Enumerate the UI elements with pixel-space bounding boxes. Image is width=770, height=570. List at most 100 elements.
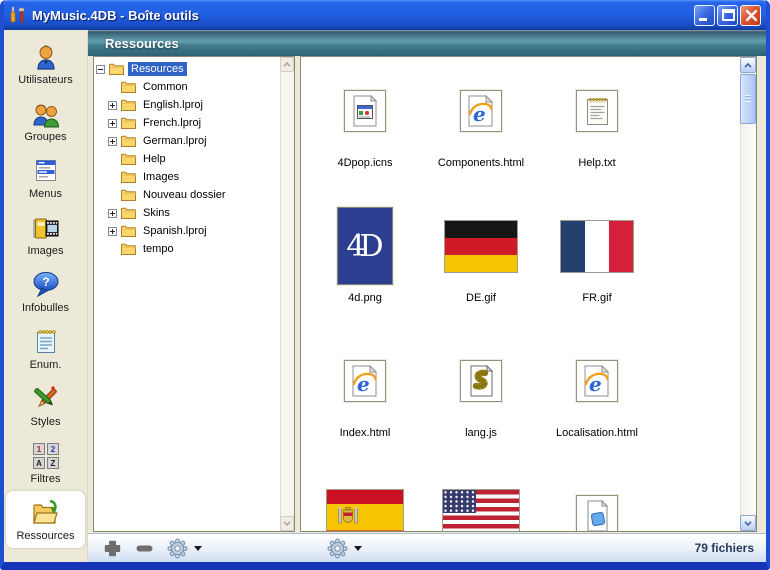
- tree-item-label: Skins: [140, 206, 173, 220]
- html-file-icon: e: [576, 338, 618, 424]
- expand-plus-box[interactable]: [108, 227, 117, 236]
- svg-text:e: e: [589, 372, 602, 396]
- panel-header: Ressources: [88, 30, 766, 56]
- file-label: Components.html: [438, 157, 524, 169]
- file-item[interactable]: [539, 464, 655, 531]
- tree-item-label: tempo: [140, 242, 177, 256]
- folder-icon: [121, 81, 136, 93]
- sidebar-item-menus[interactable]: Menus: [4, 149, 87, 206]
- files-grid: 4Dpop.icns e Components.html Help.txt 4D4d.p…: [303, 59, 738, 531]
- sidebar-item-utilisateurs[interactable]: Utilisateurs: [4, 35, 87, 92]
- spain-flag-thumbnail: [326, 473, 404, 531]
- tree-scrollbar[interactable]: [280, 57, 294, 531]
- sidebar-item-groupes[interactable]: Groupes: [4, 92, 87, 149]
- folder-tree: Resources Common English.lproj French.lproj…: [96, 60, 278, 529]
- remove-button[interactable]: [135, 539, 154, 558]
- file-item-components-html[interactable]: e Components.html: [423, 59, 539, 194]
- tree-item-nouveau-dossier[interactable]: Nouveau dossier: [108, 186, 278, 204]
- tree-item-label: Help: [140, 152, 169, 166]
- germany-flag-thumbnail: [444, 203, 518, 289]
- expand-plus-box[interactable]: [108, 137, 117, 146]
- tree-item-german-lproj[interactable]: German.lproj: [108, 132, 278, 150]
- minimize-button[interactable]: [694, 5, 715, 26]
- sidebar-item-infobulles[interactable]: ?Infobulles: [4, 263, 87, 320]
- file-item-lang-js[interactable]: lang.js: [423, 329, 539, 464]
- svg-text:e: e: [357, 372, 370, 396]
- file-item-localisation-html[interactable]: e Localisation.html: [539, 329, 655, 464]
- file-label: 4d.png: [348, 292, 382, 304]
- options-menu-button[interactable]: [327, 538, 362, 559]
- file-item-de-gif[interactable]: DE.gif: [423, 194, 539, 329]
- file-label: DE.gif: [466, 292, 496, 304]
- file-label: Index.html: [340, 427, 391, 439]
- file-item[interactable]: [307, 464, 423, 531]
- tree-item-english-lproj[interactable]: English.lproj: [108, 96, 278, 114]
- file-item-4d-png[interactable]: 4D4d.png: [307, 194, 423, 329]
- tree-item-label: Resources: [128, 62, 187, 76]
- tree-item-help[interactable]: Help: [108, 150, 278, 168]
- sidebar-item-ressources[interactable]: Ressources: [6, 491, 85, 548]
- tree-scroll-up-button[interactable]: [280, 57, 294, 72]
- tree-item-spanish-lproj[interactable]: Spanish.lproj: [108, 222, 278, 240]
- tree-item-resources[interactable]: Resources: [96, 60, 278, 78]
- groups-icon: [30, 98, 62, 130]
- sidebar-item-images[interactable]: Images: [4, 206, 87, 263]
- file-item-help-txt[interactable]: Help.txt: [539, 59, 655, 194]
- files-scrollbar[interactable]: [740, 57, 756, 531]
- tree-item-label: English.lproj: [140, 98, 206, 112]
- tree-item-tempo[interactable]: tempo: [108, 240, 278, 258]
- tree-scroll-down-button[interactable]: [280, 516, 294, 531]
- collapse-minus-box[interactable]: [96, 65, 105, 74]
- sidebar-item-label: Enum.: [30, 359, 62, 371]
- sidebar: Utilisateurs Groupes Menus Images ?Infobulle…: [4, 30, 88, 562]
- file-label: Help.txt: [578, 157, 615, 169]
- file-item-index-html[interactable]: e Index.html: [307, 329, 423, 464]
- tree-item-label: French.lproj: [140, 116, 204, 130]
- file-label: Localisation.html: [556, 427, 638, 439]
- enum-icon: [31, 326, 61, 358]
- file-item[interactable]: [423, 464, 539, 531]
- folder-icon: [121, 225, 136, 237]
- file-item-fr-gif[interactable]: FR.gif: [539, 194, 655, 329]
- scroll-up-button[interactable]: [740, 57, 756, 73]
- icns-file-icon: [344, 68, 386, 154]
- tree-item-images[interactable]: Images: [108, 168, 278, 186]
- expand-plus-box[interactable]: [108, 101, 117, 110]
- sidebar-item-label: Utilisateurs: [18, 74, 72, 86]
- content-area: Resources Common English.lproj French.lproj…: [88, 56, 766, 533]
- maximize-button[interactable]: [717, 5, 738, 26]
- scroll-down-button[interactable]: [740, 515, 756, 531]
- sidebar-item-styles[interactable]: Styles: [4, 377, 87, 434]
- file-item-4dpop-icns[interactable]: 4Dpop.icns: [307, 59, 423, 194]
- svg-text:Z: Z: [50, 459, 55, 468]
- dropdown-arrow-icon: [194, 546, 202, 551]
- svg-text:1: 1: [36, 445, 41, 454]
- menus-icon: [31, 155, 61, 187]
- sidebar-item-label: Images: [27, 245, 63, 257]
- tree-item-skins[interactable]: Skins: [108, 204, 278, 222]
- expand-plus-box[interactable]: [108, 209, 117, 218]
- sidebar-item-label: Filtres: [31, 473, 61, 485]
- action-menu-button[interactable]: [167, 538, 202, 559]
- sidebar-item-label: Groupes: [24, 131, 66, 143]
- tree-item-french-lproj[interactable]: French.lproj: [108, 114, 278, 132]
- gear-icon: [167, 538, 188, 559]
- folder-icon: [121, 135, 136, 147]
- folder-icon: [121, 117, 136, 129]
- svg-text:e: e: [473, 102, 486, 126]
- add-button[interactable]: [103, 539, 122, 558]
- tree-item-label: Common: [140, 80, 191, 94]
- us-flag-thumbnail: [442, 473, 520, 531]
- gear-icon: [327, 538, 348, 559]
- tree-item-common[interactable]: Common: [108, 78, 278, 96]
- html-file-icon: e: [460, 68, 502, 154]
- sidebar-item-enum[interactable]: Enum.: [4, 320, 87, 377]
- close-button[interactable]: [740, 5, 761, 26]
- titlebar[interactable]: MyMusic.4DB - Boîte outils: [4, 0, 766, 30]
- expand-plus-box[interactable]: [108, 119, 117, 128]
- scroll-thumb[interactable]: [740, 74, 756, 124]
- file-label: FR.gif: [582, 292, 611, 304]
- sidebar-item-filtres[interactable]: 12AZFiltres: [4, 434, 87, 491]
- application-window: MyMusic.4DB - Boîte outils Utilisateurs G…: [0, 0, 770, 570]
- files-panel: 4Dpop.icns e Components.html Help.txt 4D4d.p…: [300, 56, 757, 532]
